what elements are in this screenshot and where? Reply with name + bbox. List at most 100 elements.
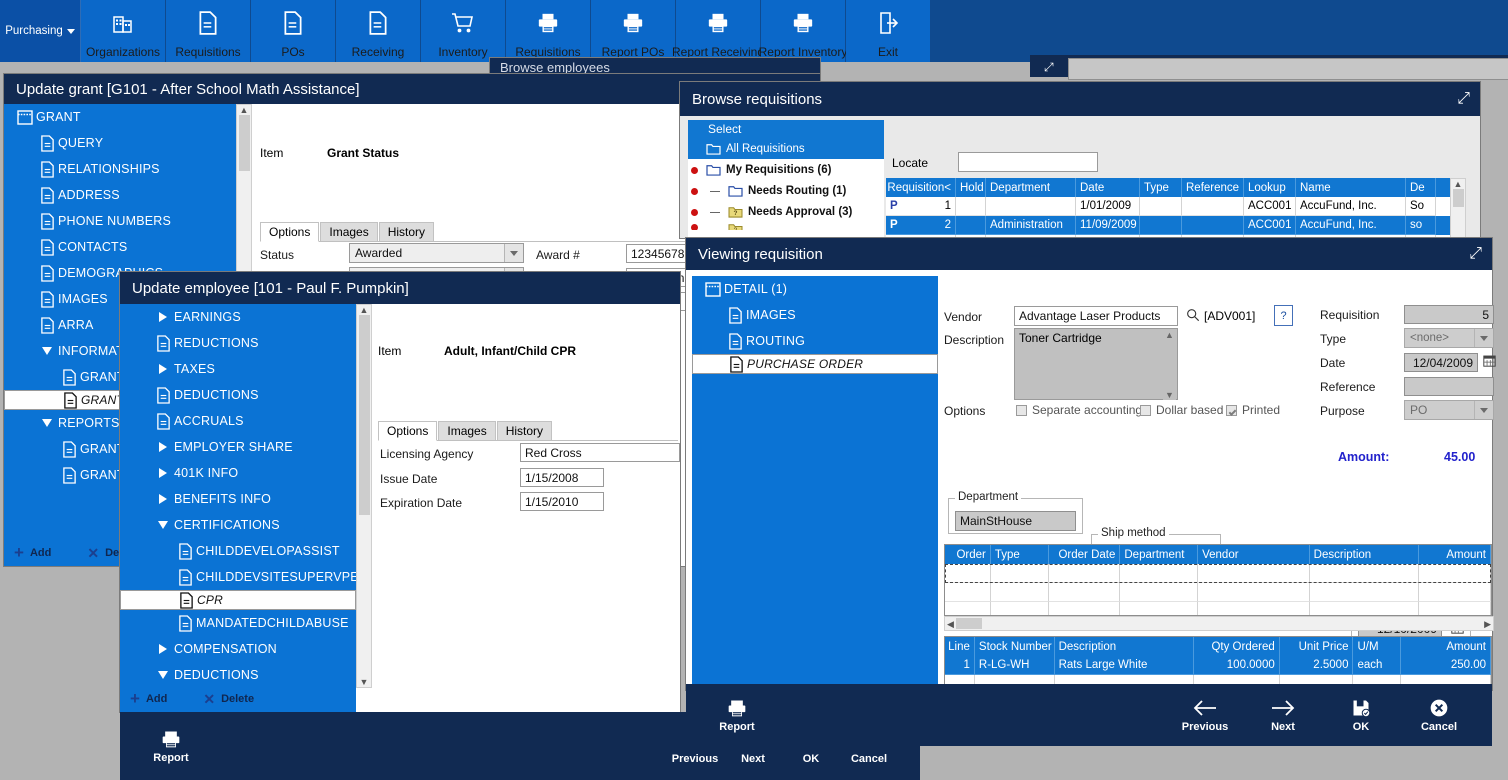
- orders-grid[interactable]: Order Type Order Date Department Vendor Descr…: [944, 544, 1492, 616]
- table-row[interactable]: P 1 1/01/2009 ACC001 AccuFund, Inc. So: [886, 197, 1466, 216]
- employee-cancel-button[interactable]: Cancel: [840, 753, 898, 765]
- licensing-agency-input[interactable]: Red Cross: [520, 443, 680, 462]
- ribbon-button-pos[interactable]: POs: [251, 0, 335, 62]
- column-header[interactable]: Hold: [956, 178, 986, 197]
- requisitions-grid[interactable]: Requisition< Hold Department Date Type Refere…: [886, 178, 1466, 238]
- table-row-empty[interactable]: [945, 583, 1491, 602]
- column-header[interactable]: Date: [1076, 178, 1140, 197]
- ribbon-button-inventory[interactable]: Inventory: [421, 0, 505, 62]
- ribbon-button-requisitions[interactable]: Requisitions: [166, 0, 250, 62]
- ribbon-app-menu[interactable]: Purchasing: [0, 0, 81, 62]
- column-header[interactable]: Type: [1140, 178, 1182, 197]
- column-header[interactable]: Description: [1310, 545, 1420, 564]
- requisition-number-input[interactable]: 5: [1404, 305, 1494, 324]
- tree-item[interactable]: REDUCTIONS: [120, 330, 356, 356]
- tree-item[interactable]: ROUTING: [692, 328, 938, 354]
- ribbon-button-report-pos[interactable]: Report POs: [591, 0, 675, 62]
- arrow-right-icon[interactable]: [159, 312, 167, 322]
- search-icon[interactable]: [1186, 308, 1200, 322]
- column-header[interactable]: De: [1406, 178, 1436, 197]
- description-scrollbar[interactable]: ▲ ▼: [1163, 330, 1176, 400]
- employee-tabs[interactable]: Options Images History: [378, 420, 678, 441]
- tree-item[interactable]: IMAGES: [692, 302, 938, 328]
- arrow-right-icon[interactable]: [159, 644, 167, 654]
- option-dollar-based[interactable]: Dollar based: [1140, 403, 1223, 417]
- tree-item[interactable]: MANDATEDCHILDABUSE: [120, 610, 356, 636]
- requisition-date-input[interactable]: 12/04/2009: [1404, 353, 1478, 372]
- column-header[interactable]: Amount: [1419, 545, 1491, 564]
- scroll-up-icon[interactable]: ▲: [360, 305, 369, 315]
- locate-input[interactable]: [958, 152, 1098, 172]
- tab-options[interactable]: Options: [378, 421, 438, 441]
- requisition-cancel-button[interactable]: Cancel: [1410, 698, 1468, 733]
- table-row[interactable]: P 2 Administration 11/09/2009 ACC001 AccuFund…: [886, 216, 1466, 235]
- tree-item[interactable]: EMPLOYER SHARE: [120, 434, 356, 460]
- ribbon-button-receiving[interactable]: Receiving: [336, 0, 420, 62]
- column-header[interactable]: U/M: [1353, 637, 1402, 656]
- scrollbar-thumb[interactable]: [1452, 189, 1464, 207]
- ribbon-button-requisitions[interactable]: Requisitions: [506, 0, 590, 62]
- scroll-down-icon[interactable]: ▼: [1165, 390, 1174, 400]
- option-separate-accounting[interactable]: Separate accounting: [1016, 403, 1142, 417]
- plus-icon[interactable]: +: [14, 544, 24, 561]
- employee-previous-button[interactable]: Previous: [666, 753, 724, 765]
- requisitions-grid-scrollbar[interactable]: ▲: [1450, 178, 1466, 238]
- scroll-down-icon[interactable]: ▼: [360, 677, 369, 687]
- column-header[interactable]: Line: [945, 637, 975, 656]
- scrollbar-thumb[interactable]: [955, 618, 982, 629]
- scroll-right-icon[interactable]: ▶: [1484, 619, 1491, 629]
- scroll-left-icon[interactable]: ◀: [947, 619, 954, 629]
- tab-history[interactable]: History: [378, 222, 435, 241]
- column-header[interactable]: Type: [991, 545, 1049, 564]
- requisitions-grid-body[interactable]: P 1 1/01/2009 ACC001 AccuFund, Inc. So P 2 Admin…: [886, 197, 1466, 238]
- arrow-right-icon[interactable]: [159, 468, 167, 478]
- tab-options[interactable]: Options: [260, 222, 320, 242]
- grant-status-select[interactable]: Awarded: [349, 243, 524, 263]
- browse-tree-item[interactable]: All Requisitions: [688, 138, 884, 159]
- requisition-next-button[interactable]: Next: [1254, 698, 1312, 733]
- scrollbar-thumb[interactable]: [238, 115, 250, 171]
- tab-history[interactable]: History: [496, 421, 553, 440]
- tree-item[interactable]: CHILDDEVELOPASSIST: [120, 538, 356, 564]
- tree-item[interactable]: CHILDDEVSITESUPERVPE: [120, 564, 356, 590]
- tree-item[interactable]: PURCHASE ORDER: [692, 354, 938, 374]
- tree-item[interactable]: ACCRUALS: [120, 408, 356, 434]
- requisition-previous-button[interactable]: Previous: [1176, 698, 1234, 733]
- tree-item[interactable]: PHONE NUMBERS: [4, 208, 236, 234]
- column-header[interactable]: Unit Price: [1280, 637, 1354, 656]
- checkbox-checked-icon[interactable]: [1226, 404, 1237, 416]
- column-header[interactable]: Qty Ordered: [1194, 637, 1280, 656]
- table-row-empty[interactable]: [945, 602, 1491, 615]
- issue-date-input[interactable]: 1/15/2008: [520, 468, 604, 487]
- scrollbar-thumb[interactable]: [358, 315, 370, 515]
- tree-item[interactable]: COMPENSATION: [120, 636, 356, 662]
- employee-tree[interactable]: EARNINGS REDUCTIONS TAXES DEDUCTIONS ACCRUAL…: [120, 304, 356, 686]
- expand-icon[interactable]: ⤢: [1469, 245, 1482, 263]
- employee-tree-scrollbar[interactable]: ▲ ▼: [356, 304, 372, 688]
- background-window-expand-icon[interactable]: ⤢: [1044, 60, 1066, 76]
- requisition-type-select[interactable]: <none>: [1404, 328, 1494, 348]
- arrow-right-icon[interactable]: [159, 494, 167, 504]
- column-header[interactable]: Order: [945, 545, 991, 564]
- requisition-purpose-select[interactable]: PO: [1404, 400, 1494, 420]
- scroll-up-icon[interactable]: ▲: [1165, 330, 1174, 340]
- column-header[interactable]: Amount: [1401, 637, 1491, 656]
- arrow-down-icon[interactable]: [42, 419, 52, 427]
- column-header[interactable]: Lookup: [1244, 178, 1296, 197]
- requisition-detail-tree[interactable]: DETAIL (1) IMAGES ROUTING PURCHASE ORDER: [692, 276, 938, 688]
- chevron-down-icon[interactable]: [1474, 329, 1493, 347]
- requisition-report-button[interactable]: Report: [708, 698, 766, 733]
- tab-images[interactable]: Images: [438, 421, 496, 440]
- close-icon[interactable]: ✕: [87, 545, 99, 562]
- tree-item[interactable]: ADDRESS: [4, 182, 236, 208]
- column-header[interactable]: Reference: [1182, 178, 1244, 197]
- column-header[interactable]: Department: [1120, 545, 1199, 564]
- arrow-down-icon[interactable]: [158, 521, 168, 529]
- ribbon-button-organizations[interactable]: Organizations: [81, 0, 165, 62]
- tree-item[interactable]: QUERY: [4, 130, 236, 156]
- employee-report-button[interactable]: Report: [142, 729, 200, 764]
- plus-icon[interactable]: +: [130, 690, 140, 707]
- table-row-empty[interactable]: [945, 564, 1491, 583]
- grant-add-label[interactable]: Add: [30, 547, 51, 559]
- tree-item[interactable]: DEDUCTIONS: [120, 662, 356, 686]
